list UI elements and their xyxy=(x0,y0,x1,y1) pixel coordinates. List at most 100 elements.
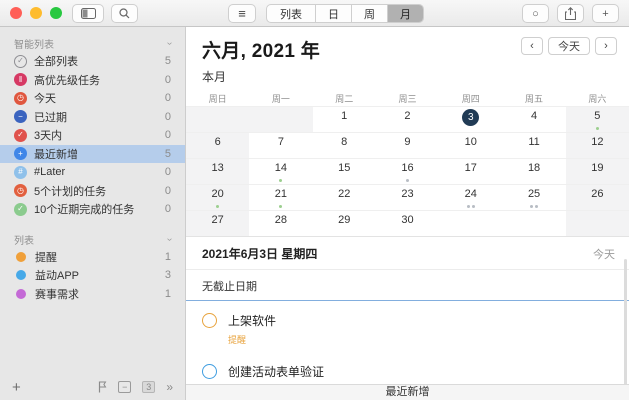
calendar-row: 13 14 15 16171819 xyxy=(186,158,629,184)
day-number: 20 xyxy=(212,188,224,200)
smart-lists-section-header[interactable]: 智能列表 › xyxy=(0,35,185,52)
sidebar-smart-item-5[interactable]: +最近新增5 xyxy=(0,145,185,164)
calendar-day-cell[interactable]: 12 xyxy=(566,133,629,158)
calendar-day-cell[interactable]: 29 xyxy=(313,211,376,236)
minimize-window-button[interactable] xyxy=(30,7,42,19)
share-button[interactable] xyxy=(557,4,584,23)
share-icon xyxy=(565,7,576,20)
calendar-day-cell[interactable]: 19 xyxy=(566,159,629,184)
sidebar-item-count: 3 xyxy=(165,269,171,281)
sidebar-list-item-2[interactable]: 赛事需求1 xyxy=(0,285,185,304)
month-subtitle: 本月 xyxy=(202,68,615,85)
calendar-day-cell[interactable]: 20 xyxy=(186,185,249,210)
calendar-day-cell[interactable]: 5 xyxy=(566,107,629,132)
view-segment-日[interactable]: 日 xyxy=(315,5,351,22)
calendar-day-cell[interactable]: 9 xyxy=(376,133,439,158)
sidebar-smart-item-0[interactable]: ✓全部列表5 xyxy=(0,52,185,71)
search-icon xyxy=(119,8,130,19)
day-number: 12 xyxy=(591,136,603,148)
event-dots xyxy=(566,127,629,130)
sidebar: 智能列表 › ✓全部列表5‖高优先级任务0◷今天0−已过期0✓3天内0+最近新增… xyxy=(0,27,186,400)
expand-sidebar-icon[interactable]: » xyxy=(166,380,173,394)
three-days-circle-icon: ✓ xyxy=(14,129,27,142)
day-number: 14 xyxy=(275,162,287,174)
month-calendar: 周日周一周二周三周四周五周六 1234567891011121314151617… xyxy=(186,92,629,236)
calendar-day-cell[interactable]: 13 xyxy=(186,159,249,184)
smart-lists-header-label: 智能列表 xyxy=(14,36,54,51)
task-complete-circle[interactable] xyxy=(202,313,217,328)
search-button[interactable] xyxy=(111,4,138,23)
sidebar-smart-item-3[interactable]: −已过期0 xyxy=(0,108,185,127)
add-list-button[interactable]: + xyxy=(12,379,21,396)
task-title: 创建活动表单验证 xyxy=(228,363,324,380)
calendar-day-cell[interactable]: 27 xyxy=(186,211,249,236)
today-button[interactable]: 今天 xyxy=(548,37,590,55)
zoom-window-button[interactable] xyxy=(50,7,62,19)
calendar-day-icon[interactable]: 3 xyxy=(142,381,155,393)
sidebar-smart-item-4[interactable]: ✓3天内0 xyxy=(0,126,185,145)
sidebar-smart-item-2[interactable]: ◷今天0 xyxy=(0,89,185,108)
prev-month-button[interactable]: ‹ xyxy=(521,37,543,55)
day-number: 29 xyxy=(338,214,350,226)
calendar-day-cell[interactable]: 1 xyxy=(313,107,376,132)
archive-box-icon[interactable]: − xyxy=(118,381,131,393)
lists-section-header[interactable]: 列表 › xyxy=(0,231,185,248)
sidebar-list-item-0[interactable]: 提醒1 xyxy=(0,248,185,267)
day-number: 15 xyxy=(338,162,350,174)
calendar-day-cell[interactable]: 15 xyxy=(313,159,376,184)
list-menu-button[interactable]: ≡ xyxy=(228,4,256,23)
next-month-button[interactable]: › xyxy=(595,37,617,55)
calendar-day-cell[interactable]: 21 xyxy=(249,185,312,210)
calendar-day-cell[interactable]: 28 xyxy=(249,211,312,236)
calendar-day-cell[interactable]: 11 xyxy=(502,133,565,158)
calendar-day-cell[interactable]: 6 xyxy=(186,133,249,158)
view-segment-周[interactable]: 周 xyxy=(351,5,387,22)
calendar-day-cell[interactable]: 24 xyxy=(439,185,502,210)
calendar-day-cell[interactable]: 2 xyxy=(376,107,439,132)
close-window-button[interactable] xyxy=(10,7,22,19)
event-dot-icon xyxy=(535,205,538,208)
toggle-sidebar-button[interactable] xyxy=(72,4,104,23)
calendar-day-cell[interactable]: 22 xyxy=(313,185,376,210)
scrollbar[interactable] xyxy=(624,259,627,399)
planned-clock-circle-icon: ◷ xyxy=(14,184,27,197)
calendar-day-cell[interactable]: 14 xyxy=(249,159,312,184)
task-row-0[interactable]: 上架软件提醒 xyxy=(202,303,613,354)
calendar-day-cell[interactable]: 4 xyxy=(502,107,565,132)
sidebar-smart-item-7[interactable]: ◷5个计划的任务0 xyxy=(0,182,185,201)
task-group-header: 无截止日期 xyxy=(186,270,629,301)
calendar-day-cell[interactable]: 26 xyxy=(566,185,629,210)
sidebar-item-count: 0 xyxy=(165,166,171,178)
calendar-day-cell[interactable]: 18 xyxy=(502,159,565,184)
event-dot-icon xyxy=(472,205,475,208)
sidebar-smart-item-6[interactable]: ##Later0 xyxy=(0,163,185,182)
sidebar-item-label: 提醒 xyxy=(35,249,165,265)
view-segment-列表[interactable]: 列表 xyxy=(267,5,315,22)
task-complete-circle[interactable] xyxy=(202,364,217,379)
calendar-day-cell[interactable]: 30 xyxy=(376,211,439,236)
calendar-day-cell[interactable]: 3 xyxy=(439,107,502,132)
sidebar-list-item-1[interactable]: 益动APP3 xyxy=(0,266,185,285)
calendar-day-cell[interactable]: 23 xyxy=(376,185,439,210)
calendar-day-cell[interactable]: 7 xyxy=(249,133,312,158)
sync-button[interactable]: ○ xyxy=(522,4,549,23)
day-number: 25 xyxy=(528,188,540,200)
event-dots xyxy=(502,205,565,208)
flag-icon[interactable] xyxy=(98,381,107,393)
bottom-status-bar: 最近新增 xyxy=(186,384,629,400)
view-segmented-control: 列表日周月 xyxy=(266,4,424,23)
weekday-label: 周一 xyxy=(249,92,312,106)
lists-header-label: 列表 xyxy=(14,232,34,247)
calendar-day-cell[interactable]: 8 xyxy=(313,133,376,158)
sidebar-item-label: 5个计划的任务 xyxy=(34,183,165,199)
calendar-day-cell[interactable]: 10 xyxy=(439,133,502,158)
calendar-day-cell[interactable]: 16 xyxy=(376,159,439,184)
view-segment-月[interactable]: 月 xyxy=(387,5,423,22)
sidebar-smart-item-8[interactable]: ✓10个近期完成的任务0 xyxy=(0,200,185,219)
calendar-day-cell[interactable]: 17 xyxy=(439,159,502,184)
add-button[interactable]: + xyxy=(592,4,619,23)
later-tag-circle-icon: # xyxy=(14,166,27,179)
calendar-day-cell[interactable]: 25 xyxy=(502,185,565,210)
day-panel-header: 2021年6月3日 星期四 今天 xyxy=(186,236,629,270)
sidebar-smart-item-1[interactable]: ‖高优先级任务0 xyxy=(0,71,185,90)
